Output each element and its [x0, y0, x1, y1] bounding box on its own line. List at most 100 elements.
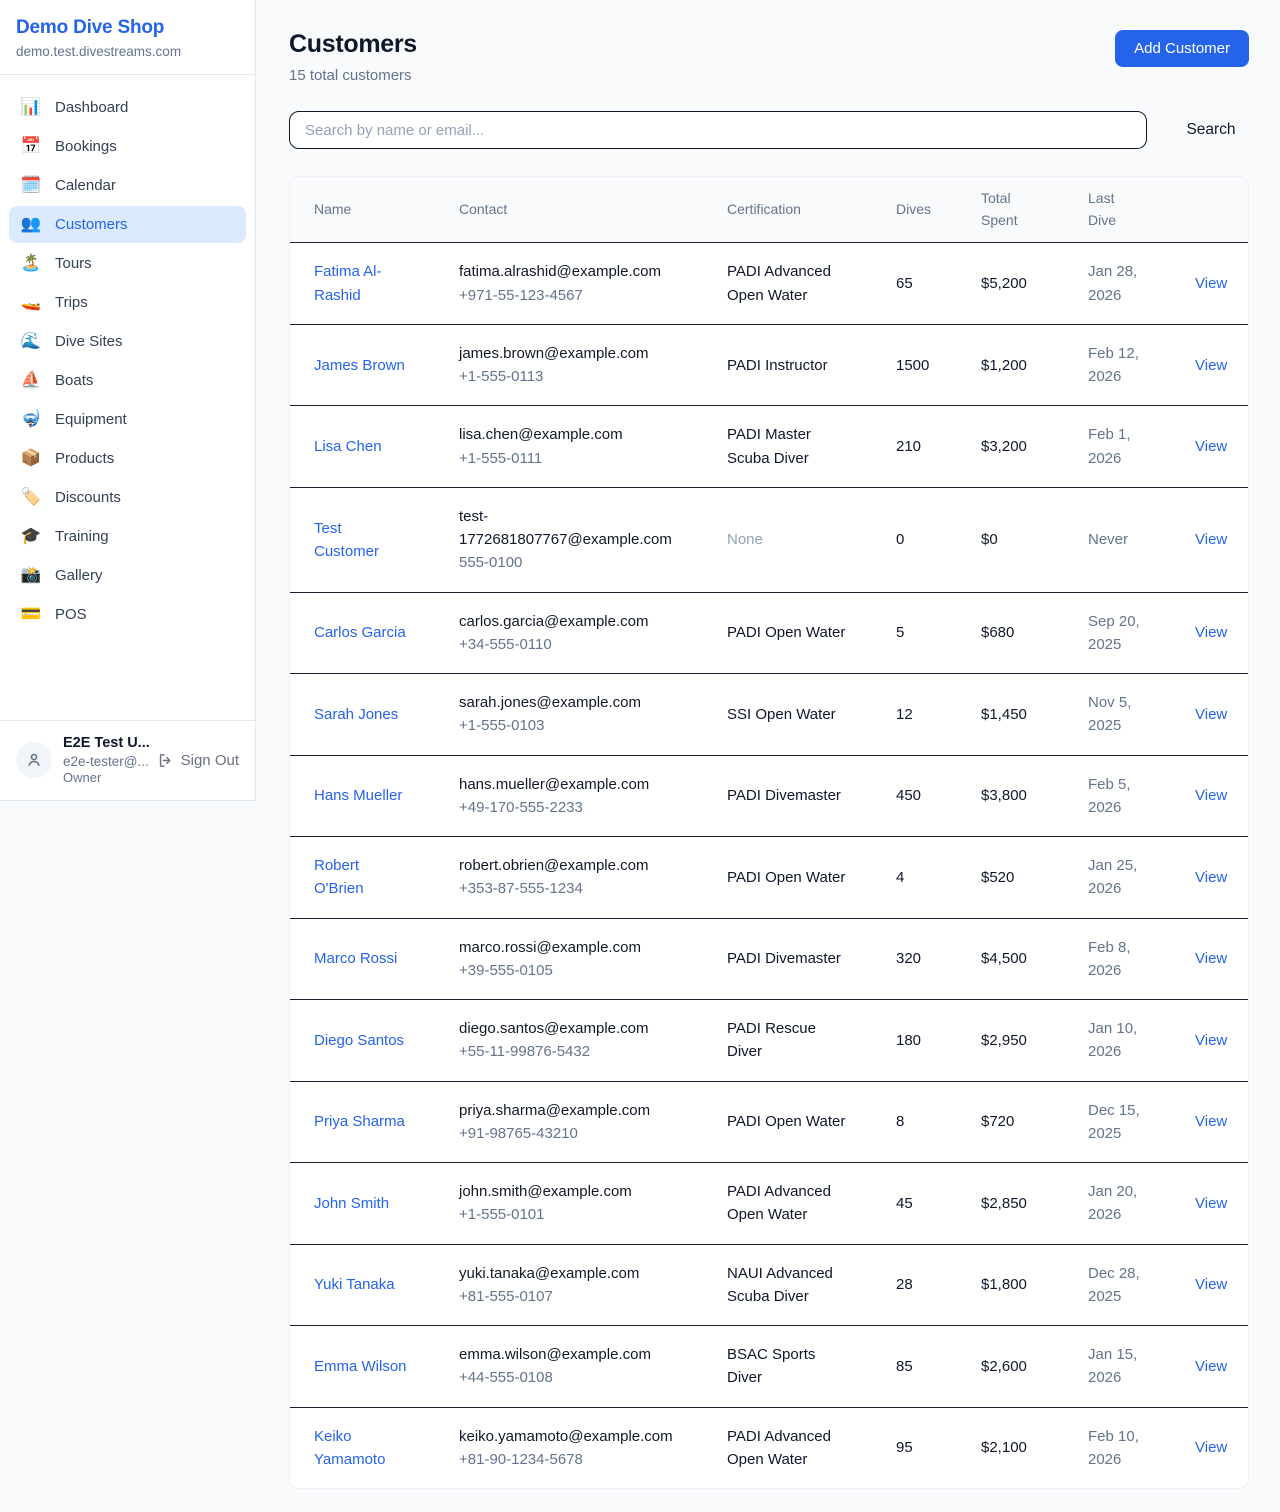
customer-total-spent: $1,450 [981, 674, 1088, 756]
sidebar-item-pos[interactable]: 💳 POS [9, 596, 246, 633]
customer-certification: BSAC Sports Diver [727, 1343, 849, 1390]
customer-last-dive: Jan 28, 2026 [1088, 260, 1152, 307]
customer-name-link[interactable]: Emma Wilson [314, 1355, 407, 1378]
customer-last-dive: Jan 20, 2026 [1088, 1180, 1152, 1227]
table-row: Hans Mueller hans.mueller@example.com +4… [290, 755, 1248, 837]
customer-email: emma.wilson@example.com [459, 1343, 681, 1366]
customer-dives: 320 [896, 918, 981, 1000]
table-body: Fatima Al-Rashid fatima.alrashid@example… [290, 243, 1248, 1488]
customer-name-link[interactable]: Keiko Yamamoto [314, 1425, 410, 1472]
view-customer-link[interactable]: View [1195, 624, 1227, 641]
customer-last-dive: Feb 8, 2026 [1088, 936, 1152, 983]
customer-total-spent: $3,200 [981, 406, 1088, 488]
column-header-total-spent: Total Spent [981, 177, 1088, 243]
sidebar-item-customers[interactable]: 👥 Customers [9, 206, 246, 243]
sidebar-item-discounts[interactable]: 🏷️ Discounts [9, 479, 246, 516]
customer-name-link[interactable]: Robert O'Brien [314, 854, 410, 901]
sidebar-item-tours[interactable]: 🏝️ Tours [9, 245, 246, 282]
search-input[interactable] [289, 111, 1147, 149]
sidebar-item-dive-sites[interactable]: 🌊 Dive Sites [9, 323, 246, 360]
sidebar-item-products[interactable]: 📦 Products [9, 440, 246, 477]
customer-phone: +353-87-555-1234 [459, 877, 681, 900]
view-customer-link[interactable]: View [1195, 1195, 1227, 1212]
view-customer-link[interactable]: View [1195, 950, 1227, 967]
calendar-date-icon: 📅 [20, 137, 42, 156]
customer-total-spent: $680 [981, 592, 1088, 674]
sidebar-item-calendar[interactable]: 🗓️ Calendar [9, 167, 246, 204]
customer-certification: PADI Master Scuba Diver [727, 423, 849, 470]
sidebar-item-trips[interactable]: 🚤 Trips [9, 284, 246, 321]
sidebar-item-training[interactable]: 🎓 Training [9, 518, 246, 555]
sidebar-item-dashboard[interactable]: 📊 Dashboard [9, 89, 246, 126]
view-customer-link[interactable]: View [1195, 1439, 1227, 1456]
package-icon: 📦 [20, 449, 42, 468]
customer-email: diego.santos@example.com [459, 1017, 681, 1040]
customer-name-link[interactable]: John Smith [314, 1192, 389, 1215]
view-customer-link[interactable]: View [1195, 1032, 1227, 1049]
customer-total-spent: $3,800 [981, 755, 1088, 837]
sidebar-item-gallery[interactable]: 📸 Gallery [9, 557, 246, 594]
customers-table-card: Name Contact Certification Dives Total S… [289, 176, 1249, 1489]
customer-name-link[interactable]: Test Customer [314, 517, 410, 564]
sidebar-item-bookings[interactable]: 📅 Bookings [9, 128, 246, 165]
sidebar-item-boats[interactable]: ⛵ Boats [9, 362, 246, 399]
customer-phone: +1-555-0101 [459, 1203, 681, 1226]
customer-certification: PADI Advanced Open Water [727, 1180, 849, 1227]
customer-name-link[interactable]: Fatima Al-Rashid [314, 260, 410, 307]
table-row: Emma Wilson emma.wilson@example.com +44-… [290, 1326, 1248, 1408]
customer-email: james.brown@example.com [459, 342, 681, 365]
customer-dives: 28 [896, 1244, 981, 1326]
customer-phone: +49-170-555-2233 [459, 796, 681, 819]
customer-last-dive: Jan 25, 2026 [1088, 854, 1152, 901]
customer-total-spent: $2,100 [981, 1407, 1088, 1488]
table-row: Keiko Yamamoto keiko.yamamoto@example.co… [290, 1407, 1248, 1488]
sign-out-button[interactable]: Sign Out [157, 752, 239, 769]
customer-email: carlos.garcia@example.com [459, 610, 681, 633]
customer-phone: +55-11-99876-5432 [459, 1040, 681, 1063]
view-customer-link[interactable]: View [1195, 787, 1227, 804]
customer-certification: SSI Open Water [727, 703, 836, 726]
customer-email: fatima.alrashid@example.com [459, 260, 681, 283]
view-customer-link[interactable]: View [1195, 1276, 1227, 1293]
customer-certification: PADI Rescue Diver [727, 1017, 849, 1064]
customer-name-link[interactable]: Sarah Jones [314, 703, 398, 726]
add-customer-button[interactable]: Add Customer [1115, 30, 1249, 67]
customer-dives: 450 [896, 755, 981, 837]
customer-phone: +81-90-1234-5678 [459, 1448, 681, 1471]
customer-name-link[interactable]: Yuki Tanaka [314, 1273, 395, 1296]
view-customer-link[interactable]: View [1195, 1113, 1227, 1130]
column-header-dives: Dives [896, 177, 981, 243]
customer-name-link[interactable]: Marco Rossi [314, 947, 397, 970]
view-customer-link[interactable]: View [1195, 275, 1227, 292]
sidebar: Demo Dive Shop demo.test.divestreams.com… [0, 0, 256, 801]
customer-name-link[interactable]: Diego Santos [314, 1029, 404, 1052]
table-row: Lisa Chen lisa.chen@example.com +1-555-0… [290, 406, 1248, 488]
customer-name-link[interactable]: Hans Mueller [314, 784, 402, 807]
customer-phone: +971-55-123-4567 [459, 284, 681, 307]
view-customer-link[interactable]: View [1195, 438, 1227, 455]
sidebar-nav: 📊 Dashboard 📅 Bookings 🗓️ Calendar 👥 Cus… [0, 75, 255, 720]
view-customer-link[interactable]: View [1195, 357, 1227, 374]
customer-certification: PADI Open Water [727, 1110, 845, 1133]
view-customer-link[interactable]: View [1195, 531, 1227, 548]
customer-email: marco.rossi@example.com [459, 936, 681, 959]
customer-dives: 210 [896, 406, 981, 488]
search-button[interactable]: Search [1173, 113, 1249, 147]
customer-name-link[interactable]: Lisa Chen [314, 435, 382, 458]
customer-name-link[interactable]: James Brown [314, 354, 405, 377]
table-row: James Brown james.brown@example.com +1-5… [290, 324, 1248, 406]
customer-name-link[interactable]: Priya Sharma [314, 1110, 405, 1133]
customer-phone: +1-555-0111 [459, 447, 681, 470]
view-customer-link[interactable]: View [1195, 869, 1227, 886]
customer-total-spent: $1,200 [981, 324, 1088, 406]
credit-card-icon: 💳 [20, 605, 42, 624]
customer-email: priya.sharma@example.com [459, 1099, 681, 1122]
customer-dives: 0 [896, 487, 981, 592]
table-row: Yuki Tanaka yuki.tanaka@example.com +81-… [290, 1244, 1248, 1326]
view-customer-link[interactable]: View [1195, 706, 1227, 723]
customer-total-spent: $520 [981, 837, 1088, 919]
tag-icon: 🏷️ [20, 488, 42, 507]
sidebar-item-equipment[interactable]: 🤿 Equipment [9, 401, 246, 438]
customer-name-link[interactable]: Carlos Garcia [314, 621, 406, 644]
view-customer-link[interactable]: View [1195, 1358, 1227, 1375]
